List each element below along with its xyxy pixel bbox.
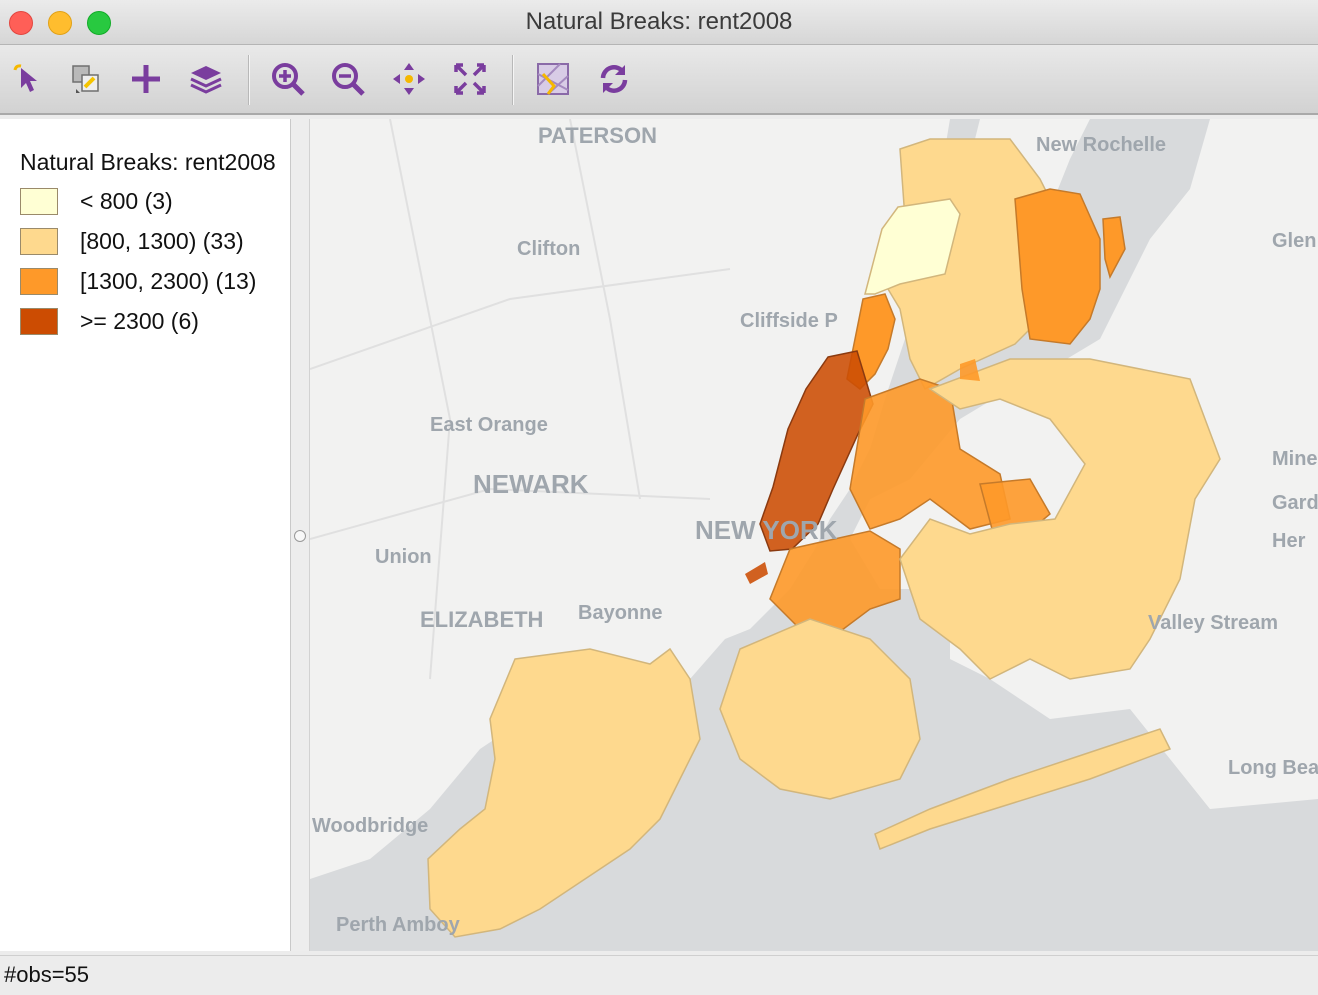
region-governors-island	[745, 562, 768, 584]
legend-title: Natural Breaks: rent2008	[20, 149, 276, 175]
add-layer-icon[interactable]	[126, 59, 166, 99]
map-toolbar	[0, 45, 1318, 115]
zoom-in-icon[interactable]	[268, 59, 308, 99]
legend-swatch	[20, 228, 58, 255]
legend-label: < 800 (3)	[80, 188, 173, 214]
place-label: East Orange	[430, 414, 548, 436]
place-label: Bayonne	[578, 602, 662, 624]
pan-icon[interactable]	[389, 59, 429, 99]
map-canvas[interactable]: PATERSON New Rochelle Clifton Glen Cliff…	[310, 119, 1318, 951]
place-label: Long Bea	[1228, 757, 1318, 779]
select-pointer-icon[interactable]	[8, 59, 48, 99]
title-bar: Natural Breaks: rent2008	[0, 0, 1318, 45]
place-label: Mine	[1272, 448, 1318, 470]
splitter-handle[interactable]	[294, 530, 306, 542]
status-bar: #obs=55	[0, 955, 1318, 995]
legend-swatch	[20, 268, 58, 295]
place-label: Union	[375, 546, 432, 568]
window-title: Natural Breaks: rent2008	[525, 8, 793, 35]
place-label: Cliffside P	[740, 310, 838, 332]
place-label: Perth Amboy	[336, 914, 461, 936]
place-label: PATERSON	[538, 123, 657, 148]
place-label: Clifton	[517, 238, 580, 260]
selection-shape-icon[interactable]	[66, 59, 106, 99]
legend-label: [1300, 2300) (13)	[80, 268, 257, 294]
place-label: Woodbridge	[312, 815, 428, 837]
legend-panel: Natural Breaks: rent2008 < 800 (3) [800,…	[0, 119, 291, 951]
layers-icon[interactable]	[186, 59, 226, 99]
legend-swatch	[20, 188, 58, 215]
basemap-icon[interactable]	[533, 59, 573, 99]
place-label: Glen	[1272, 230, 1316, 252]
place-label: Her	[1272, 530, 1306, 552]
legend-label: >= 2300 (6)	[80, 308, 199, 334]
place-label: Garde	[1272, 492, 1318, 514]
full-extent-icon[interactable]	[450, 59, 490, 99]
toolbar-separator	[512, 55, 513, 105]
zoom-out-icon[interactable]	[328, 59, 368, 99]
legend-swatch	[20, 308, 58, 335]
place-label: New Rochelle	[1036, 134, 1166, 156]
place-label: Valley Stream	[1148, 612, 1278, 634]
panel-splitter[interactable]	[291, 119, 310, 951]
place-label: NEW YORK	[695, 515, 838, 545]
legend-label: [800, 1300) (33)	[80, 228, 244, 254]
place-label: ELIZABETH	[420, 607, 543, 632]
region-bronx-east	[1014, 188, 1101, 345]
toolbar-separator	[248, 55, 249, 105]
place-label: NEWARK	[473, 469, 589, 499]
road-line	[310, 119, 731, 680]
observation-count: #obs=55	[4, 962, 90, 987]
refresh-icon[interactable]	[594, 59, 634, 99]
